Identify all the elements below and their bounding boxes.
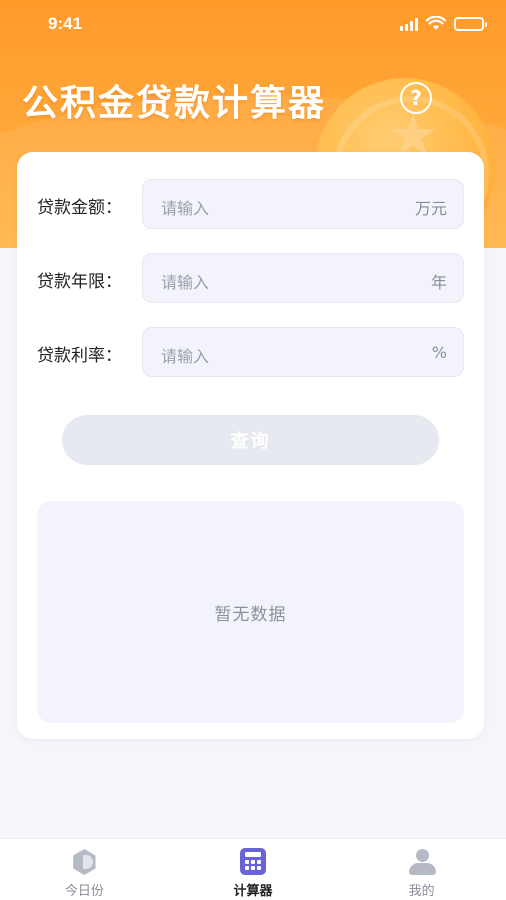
form-row-years: 贷款年限： 请输入 年 bbox=[17, 253, 484, 303]
years-placeholder: 请输入 bbox=[161, 273, 210, 292]
rate-unit: % bbox=[431, 343, 447, 362]
status-bar: 9:41 bbox=[0, 0, 506, 50]
status-icons bbox=[400, 16, 487, 31]
amount-label: 贷款金额： bbox=[37, 198, 122, 218]
rate-label: 贷款利率： bbox=[37, 346, 122, 366]
battery-icon bbox=[454, 16, 487, 31]
status-time: 9:41 bbox=[48, 14, 83, 33]
tab-bar: 今日份 计算器 我的 bbox=[0, 838, 506, 900]
help-icon[interactable]: ? bbox=[400, 82, 432, 114]
wifi-icon bbox=[426, 16, 446, 30]
signal-icon bbox=[400, 17, 418, 31]
tab-today-label: 今日份 bbox=[64, 884, 104, 899]
years-label: 贷款年限： bbox=[37, 272, 122, 292]
tab-mine-label: 我的 bbox=[408, 884, 435, 899]
years-input[interactable]: 请输入 年 bbox=[142, 253, 464, 303]
rate-input[interactable]: 请输入 % bbox=[142, 327, 464, 377]
result-panel: 暂无数据 bbox=[37, 501, 464, 723]
calculator-icon bbox=[238, 848, 268, 876]
calculator-card: 贷款金额： 请输入 万元 贷款年限： 请输入 年 贷款利率： 请输入 % 查询 … bbox=[17, 152, 484, 739]
today-icon bbox=[69, 848, 99, 876]
amount-unit: 万元 bbox=[414, 199, 447, 218]
tab-today[interactable]: 今日份 bbox=[0, 839, 169, 900]
query-button[interactable]: 查询 bbox=[62, 415, 439, 465]
form-row-rate: 贷款利率： 请输入 % bbox=[17, 327, 484, 377]
user-icon bbox=[407, 848, 437, 876]
years-unit: 年 bbox=[430, 273, 447, 292]
empty-state-text: 暂无数据 bbox=[214, 604, 287, 625]
tab-calculator[interactable]: 计算器 bbox=[169, 839, 338, 900]
tab-calculator-label: 计算器 bbox=[233, 884, 273, 899]
rate-placeholder: 请输入 bbox=[161, 347, 210, 366]
form-row-amount: 贷款金额： 请输入 万元 bbox=[17, 179, 484, 229]
amount-input[interactable]: 请输入 万元 bbox=[142, 179, 464, 229]
tab-mine[interactable]: 我的 bbox=[337, 839, 506, 900]
page-title: 公积金贷款计算器 bbox=[22, 83, 327, 124]
amount-placeholder: 请输入 bbox=[161, 199, 210, 218]
